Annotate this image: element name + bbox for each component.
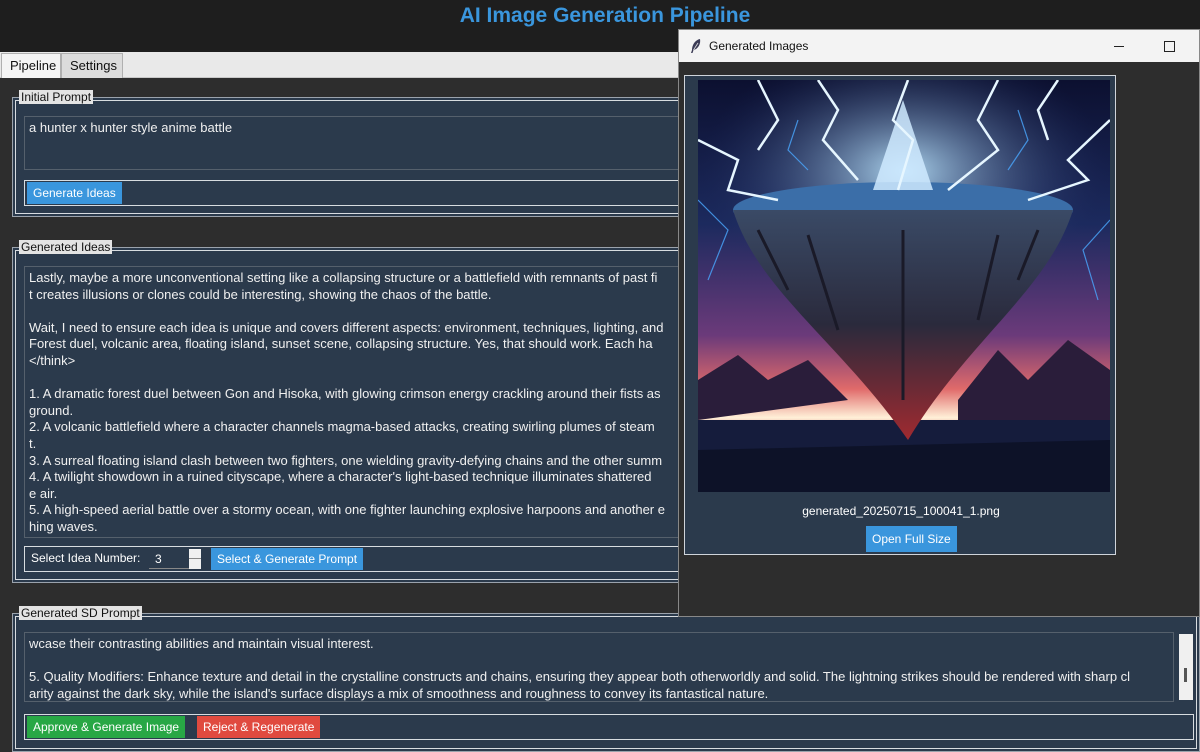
- window-title: Generated Images: [709, 39, 809, 53]
- generated-ideas-label: Generated Ideas: [19, 240, 113, 254]
- generated-images-window: Generated Images generated_20250715_1000…: [678, 29, 1200, 617]
- image-filename: generated_20250715_100041_1.png: [802, 504, 1000, 518]
- reject-regenerate-button[interactable]: Reject & Regenerate: [197, 716, 321, 738]
- select-idea-label: Select Idea Number:: [31, 551, 141, 565]
- sd-prompt-group: Generated SD Prompt wcase their contrast…: [12, 606, 1200, 752]
- approve-generate-image-button[interactable]: Approve & Generate Image: [27, 716, 186, 738]
- scrollbar-thumb[interactable]: [1184, 668, 1187, 682]
- sd-prompt-label: Generated SD Prompt: [19, 606, 142, 620]
- spin-arrows-icon[interactable]: [189, 549, 201, 569]
- open-full-size-button[interactable]: Open Full Size: [866, 526, 957, 552]
- window-titlebar[interactable]: Generated Images: [679, 30, 1199, 62]
- generated-image: [698, 80, 1110, 492]
- select-generate-prompt-button[interactable]: Select & Generate Prompt: [211, 548, 364, 570]
- minimize-icon[interactable]: [1111, 38, 1127, 54]
- generate-ideas-button[interactable]: Generate Ideas: [27, 182, 122, 204]
- tab-settings[interactable]: Settings: [61, 53, 123, 79]
- idea-number-value: 3: [155, 552, 162, 566]
- tab-pipeline[interactable]: Pipeline: [1, 53, 61, 79]
- initial-prompt-label: Initial Prompt: [19, 90, 94, 104]
- app-title: AI Image Generation Pipeline: [459, 4, 751, 27]
- idea-number-spinbox[interactable]: 3: [149, 549, 201, 569]
- maximize-icon[interactable]: [1161, 38, 1177, 54]
- sd-prompt-button-row: Approve & Generate Image Reject & Regene…: [24, 714, 1194, 740]
- sd-prompt-scrollbar[interactable]: [1179, 634, 1193, 700]
- image-panel: generated_20250715_100041_1.png Open Ful…: [684, 75, 1116, 555]
- feather-icon: [691, 39, 701, 53]
- sd-prompt-text[interactable]: wcase their contrasting abilities and ma…: [24, 632, 1174, 702]
